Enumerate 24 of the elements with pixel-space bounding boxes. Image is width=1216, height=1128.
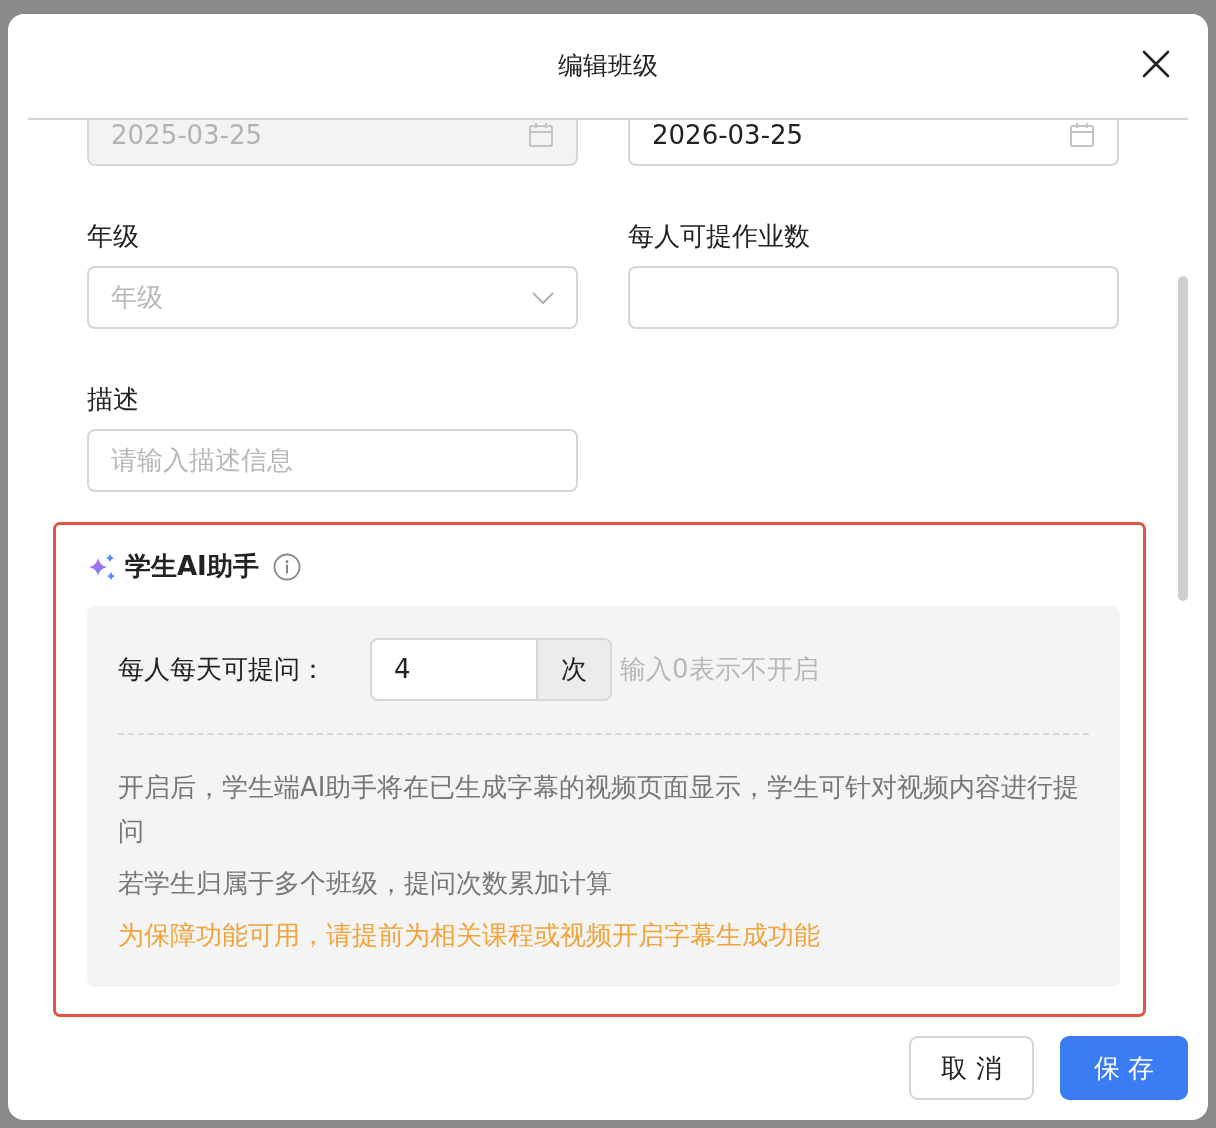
unit-addon: 次	[536, 640, 610, 699]
section-title: 学生AI助手	[125, 550, 259, 583]
calendar-icon	[528, 122, 554, 148]
warning-text: 为保障功能可用，请提前为相关课程或视频开启字幕生成功能	[118, 919, 821, 952]
dialog-title: 编辑班级	[558, 50, 658, 83]
hint-text: 输入0表示不开启	[620, 653, 819, 686]
select-field[interactable]: 年级	[87, 266, 578, 329]
scrollbar[interactable]	[1178, 276, 1188, 601]
field-label: 描述	[87, 383, 140, 415]
note-text: 开启后，学生端AI助手将在已生成字幕的视频页面显示，学生可针对视频内容进行提问	[118, 771, 1081, 848]
field-label: 每人每天可提问：	[118, 653, 327, 686]
cancel-button[interactable]: 取 消	[909, 1036, 1034, 1100]
field-label: 年级	[87, 220, 140, 252]
number-field[interactable]: 4 次	[370, 638, 612, 701]
calendar-icon	[1069, 122, 1095, 148]
chevron-down-icon	[532, 290, 554, 305]
save-button[interactable]: 保 存	[1060, 1036, 1188, 1100]
input-field[interactable]	[628, 266, 1119, 329]
input-field[interactable]: 请输入描述信息	[87, 429, 578, 492]
note-text: 若学生归属于多个班级，提问次数累加计算	[118, 867, 613, 900]
info-icon[interactable]	[272, 552, 301, 581]
field-label: 每人可提作业数	[628, 220, 811, 252]
close-icon[interactable]	[1142, 50, 1170, 78]
date-field[interactable]: 2026-03-25	[628, 120, 1119, 166]
